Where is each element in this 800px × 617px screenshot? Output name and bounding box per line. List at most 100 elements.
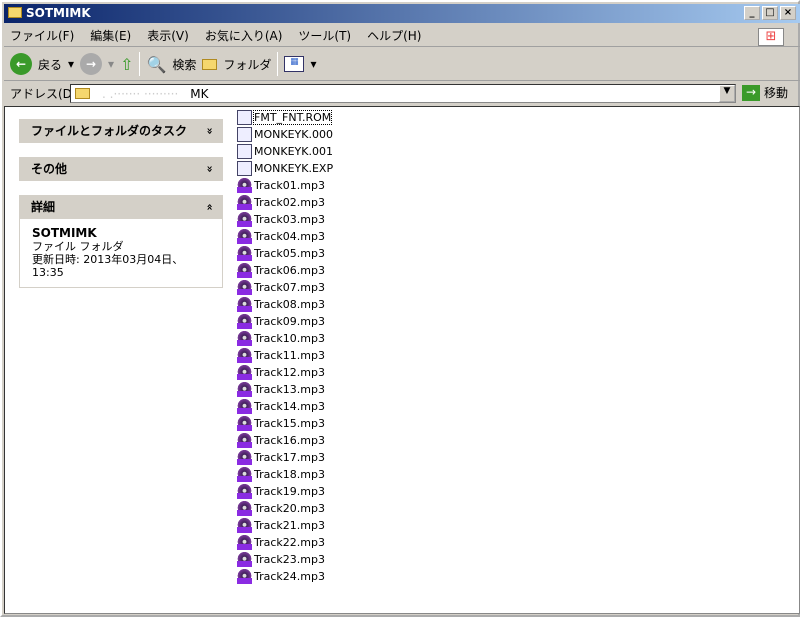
file-name: Track05.mp3 <box>254 247 325 260</box>
title-bar[interactable]: SOTMIMK _ □ × <box>4 4 800 23</box>
mp3-icon <box>237 195 252 210</box>
file-name: Track11.mp3 <box>254 349 325 362</box>
file-name: Track06.mp3 <box>254 264 325 277</box>
minimize-button[interactable]: _ <box>744 6 760 20</box>
mp3-icon <box>237 518 252 533</box>
search-icon[interactable]: 🔍 <box>146 55 166 74</box>
file-item[interactable]: FMT_FNT.ROM <box>237 109 333 126</box>
file-item[interactable]: Track21.mp3 <box>237 517 333 534</box>
expand-chevron-icon[interactable]: » <box>197 127 221 134</box>
file-item[interactable]: Track14.mp3 <box>237 398 333 415</box>
menu-file[interactable]: ファイル(F) <box>4 27 80 44</box>
maximize-button[interactable]: □ <box>762 6 778 20</box>
file-icon <box>237 127 252 142</box>
file-item[interactable]: Track20.mp3 <box>237 500 333 517</box>
file-item[interactable]: Track10.mp3 <box>237 330 333 347</box>
mp3-icon <box>237 399 252 414</box>
file-name: Track22.mp3 <box>254 536 325 549</box>
file-item[interactable]: Track22.mp3 <box>237 534 333 551</box>
file-item[interactable]: Track12.mp3 <box>237 364 333 381</box>
folder-icon <box>8 7 22 18</box>
file-item[interactable]: Track24.mp3 <box>237 568 333 585</box>
views-dropdown-icon[interactable]: ▾ <box>310 57 316 71</box>
file-item[interactable]: MONKEYK.000 <box>237 126 333 143</box>
expand-chevron-icon[interactable]: » <box>197 165 221 172</box>
forward-dropdown-icon[interactable]: ▾ <box>108 57 114 71</box>
file-item[interactable]: Track01.mp3 <box>237 177 333 194</box>
panel-title: その他 <box>31 162 68 176</box>
menu-tools[interactable]: ツール(T) <box>292 27 357 44</box>
address-redacted: . .······· ········· <box>102 86 179 101</box>
mp3-icon <box>237 416 252 431</box>
toolbar: ← 戻る ▾ → ▾ ⇧ 🔍 検索 フォルダ ▦ ▾ <box>4 48 800 81</box>
file-name: Track16.mp3 <box>254 434 325 447</box>
file-name: Track14.mp3 <box>254 400 325 413</box>
back-dropdown-icon[interactable]: ▾ <box>68 57 74 71</box>
forward-button[interactable]: → <box>80 53 103 75</box>
file-name: Track19.mp3 <box>254 485 325 498</box>
file-item[interactable]: Track08.mp3 <box>237 296 333 313</box>
mp3-icon <box>237 450 252 465</box>
file-name: Track08.mp3 <box>254 298 325 311</box>
tasks-panel: ファイルとフォルダのタスク » <box>19 119 223 143</box>
address-bar: アドレス(D) . .······· ········· MK ▼ → 移動 <box>4 82 800 105</box>
file-item[interactable]: MONKEYK.EXP <box>237 160 333 177</box>
close-button[interactable]: × <box>780 6 796 20</box>
file-item[interactable]: Track18.mp3 <box>237 466 333 483</box>
file-item[interactable]: Track06.mp3 <box>237 262 333 279</box>
menu-favorites[interactable]: お気に入り(A) <box>199 27 289 44</box>
file-name: Track24.mp3 <box>254 570 325 583</box>
file-item[interactable]: Track05.mp3 <box>237 245 333 262</box>
details-panel-header[interactable]: 詳細 « <box>19 195 223 219</box>
file-name: Track10.mp3 <box>254 332 325 345</box>
tasks-panel-header[interactable]: ファイルとフォルダのタスク » <box>19 119 223 143</box>
details-panel: 詳細 « SOTMIMK ファイル フォルダ 更新日時: 2013年03月04日、… <box>19 195 223 288</box>
file-item[interactable]: Track03.mp3 <box>237 211 333 228</box>
separator <box>139 52 141 76</box>
mp3-icon <box>237 297 252 312</box>
back-arrow-icon[interactable]: ← <box>10 53 32 75</box>
file-item[interactable]: Track13.mp3 <box>237 381 333 398</box>
panel-title: 詳細 <box>31 200 56 214</box>
file-item[interactable]: Track17.mp3 <box>237 449 333 466</box>
file-name: Track01.mp3 <box>254 179 325 192</box>
address-input[interactable]: . .······· ········· MK ▼ <box>70 84 736 103</box>
mp3-icon <box>237 280 252 295</box>
file-name: MONKEYK.000 <box>254 128 333 141</box>
views-button[interactable]: ▦ <box>284 56 305 72</box>
up-folder-icon[interactable]: ⇧ <box>120 55 133 74</box>
separator <box>277 52 279 76</box>
file-item[interactable]: Track15.mp3 <box>237 415 333 432</box>
file-item[interactable]: Track19.mp3 <box>237 483 333 500</box>
file-name: FMT_FNT.ROM <box>252 110 333 125</box>
menu-help[interactable]: ヘルプ(H) <box>361 27 427 44</box>
menu-edit[interactable]: 編集(E) <box>84 27 137 44</box>
search-button[interactable]: 検索 <box>172 56 196 73</box>
file-item[interactable]: Track02.mp3 <box>237 194 333 211</box>
file-item[interactable]: Track16.mp3 <box>237 432 333 449</box>
menu-view[interactable]: 表示(V) <box>141 27 195 44</box>
mp3-icon <box>237 484 252 499</box>
mp3-icon <box>237 365 252 380</box>
detail-type: ファイル フォルダ <box>32 240 124 253</box>
file-item[interactable]: Track09.mp3 <box>237 313 333 330</box>
file-name: MONKEYK.EXP <box>254 162 334 175</box>
collapse-chevron-icon[interactable]: « <box>197 203 221 210</box>
mp3-icon <box>237 501 252 516</box>
file-item[interactable]: Track07.mp3 <box>237 279 333 296</box>
mp3-icon <box>237 535 252 550</box>
detail-modified: 更新日時: 2013年03月04日、13:35 <box>32 253 184 279</box>
other-panel: その他 » <box>19 157 223 181</box>
file-item[interactable]: Track23.mp3 <box>237 551 333 568</box>
go-button[interactable]: → 移動 <box>742 84 788 101</box>
file-item[interactable]: Track11.mp3 <box>237 347 333 364</box>
file-item[interactable]: MONKEYK.001 <box>237 143 333 160</box>
menu-bar: ファイル(F) 編集(E) 表示(V) お気に入り(A) ツール(T) ヘルプ(… <box>4 25 800 47</box>
other-panel-header[interactable]: その他 » <box>19 157 223 181</box>
back-button[interactable]: 戻る <box>38 56 62 73</box>
mp3-icon <box>237 246 252 261</box>
folders-icon[interactable] <box>202 58 218 70</box>
folders-button[interactable]: フォルダ <box>223 56 271 73</box>
file-item[interactable]: Track04.mp3 <box>237 228 333 245</box>
address-dropdown-icon[interactable]: ▼ <box>719 85 735 102</box>
